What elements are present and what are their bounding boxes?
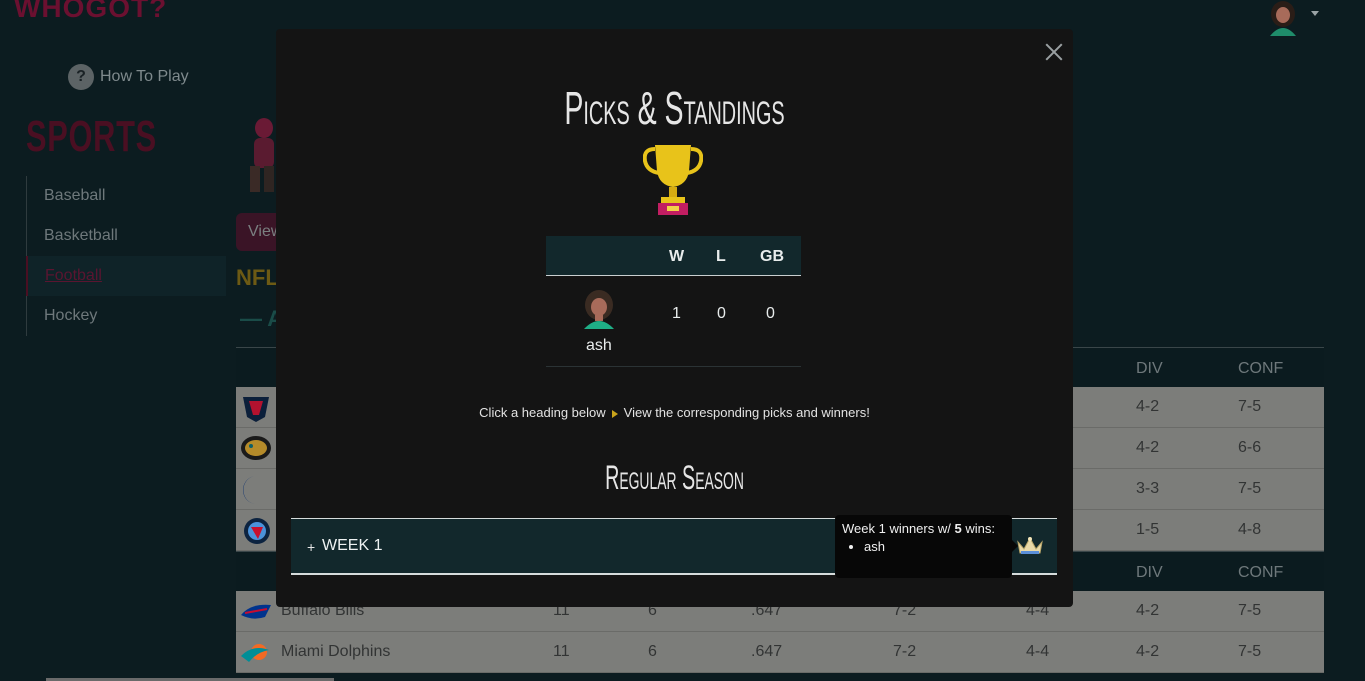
winners-tooltip: Week 1 winners w/ 5 wins: ash [835, 515, 1018, 578]
column-header-w: W [669, 248, 685, 265]
hint-right: View the corresponding picks and winners… [623, 405, 870, 420]
tooltip-wins: 5 [954, 521, 962, 536]
close-icon[interactable] [1044, 41, 1064, 61]
user-name: ash [586, 337, 612, 354]
tooltip-title: Week 1 winners w/ 5 wins: [842, 521, 1005, 536]
cell-gb: 0 [766, 305, 775, 322]
modal-title: Picks & Standings [564, 82, 785, 134]
section-title: Regular Season [605, 459, 744, 497]
week-label: WEEK 1 [322, 537, 383, 554]
tooltip-suffix: wins: [961, 521, 995, 536]
cell-l: 0 [717, 305, 726, 322]
column-header-gb: GB [760, 248, 784, 265]
trophy-icon [643, 145, 703, 215]
picks-standings-table: W L GB ash 1 0 0 [546, 236, 801, 367]
tooltip-prefix: Week 1 winners w/ [842, 521, 955, 536]
winners-list: ash [864, 539, 1005, 554]
column-header-l: L [716, 248, 726, 265]
arrow-right-icon [611, 409, 618, 418]
avatar [584, 290, 614, 329]
expand-icon: + [307, 539, 316, 555]
hint-left: Click a heading below [479, 405, 606, 420]
list-item: ash [864, 539, 1005, 554]
instruction-text: Click a heading below View the correspond… [276, 405, 1073, 420]
table-row[interactable]: ash 1 0 0 [546, 276, 801, 367]
table-header: W L GB [546, 236, 801, 276]
cell-w: 1 [672, 305, 681, 322]
crown-icon[interactable] [1017, 536, 1043, 556]
picks-standings-modal: Picks & Standings W L GB ash 1 0 0 Click… [276, 29, 1073, 607]
